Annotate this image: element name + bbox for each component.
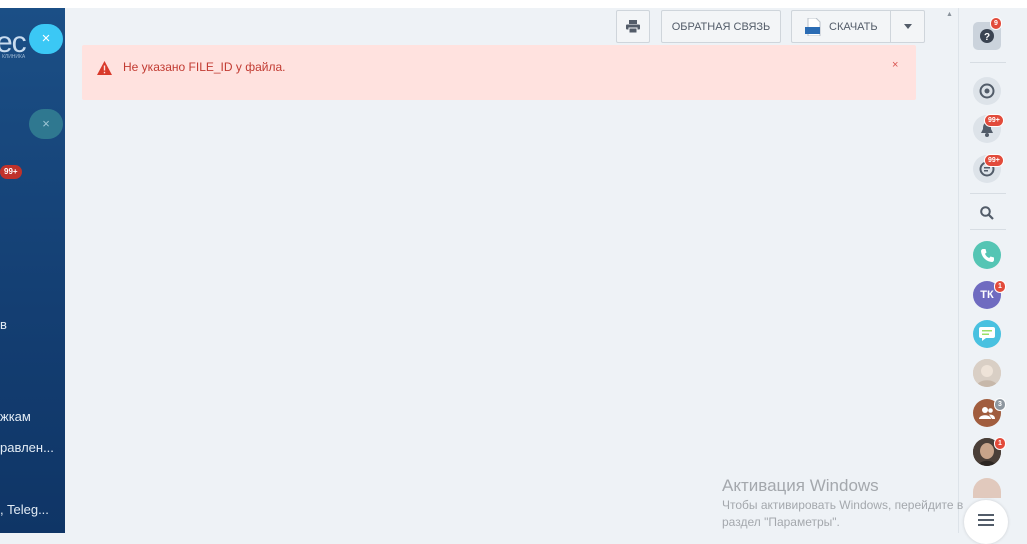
- caret-down-icon: [903, 24, 912, 29]
- search-button[interactable]: [973, 199, 1001, 227]
- notifications-badge: 99+: [984, 114, 1004, 127]
- phone-icon: [980, 248, 994, 262]
- group-badge: 3: [994, 398, 1006, 411]
- person-badge: 1: [994, 437, 1006, 450]
- users-icon: [979, 407, 995, 419]
- printer-icon: [626, 20, 640, 33]
- activity-button[interactable]: [973, 77, 1001, 105]
- logo-subtitle: КЛИНИКА: [2, 54, 26, 60]
- chat-bubble-icon: [979, 327, 995, 341]
- windows-activation-line2: раздел "Параметры".: [722, 515, 840, 529]
- contact-badge: 1: [994, 280, 1006, 293]
- counter-badge: 99+: [0, 165, 22, 179]
- alert-close-button[interactable]: ×: [892, 59, 898, 71]
- question-icon: ?: [980, 29, 994, 43]
- divider: [970, 229, 1006, 230]
- error-alert: Не указано FILE_ID у файла. ×: [82, 45, 916, 100]
- target-icon: [979, 83, 995, 99]
- open-lines-button[interactable]: [973, 320, 1001, 348]
- close-search-button[interactable]: ×: [29, 109, 63, 139]
- windows-activation-title: Активация Windows: [722, 476, 879, 495]
- doc-file-icon: [805, 17, 821, 36]
- warning-icon: [97, 61, 112, 75]
- top-strip: [0, 0, 1027, 8]
- download-label: СКАЧАТЬ: [829, 20, 878, 33]
- scroll-up-icon[interactable]: ▲: [946, 11, 953, 18]
- sidebar-item[interactable]: равлен...: [0, 440, 54, 455]
- hamburger-icon: [978, 514, 994, 526]
- print-button[interactable]: [616, 10, 650, 43]
- alert-message: Не указано FILE_ID у файла.: [123, 60, 286, 74]
- windows-activation-line1: Чтобы активировать Windows, перейдите в: [722, 498, 964, 512]
- left-sidebar: ec КЛИНИКА × × 99+ в жкам равлен... , Te…: [0, 8, 65, 533]
- help-badge: 9: [990, 17, 1002, 30]
- feedback-button[interactable]: ОБРАТНАЯ СВЯЗЬ: [661, 10, 781, 43]
- messages-badge: 99+: [984, 154, 1004, 167]
- telephony-button[interactable]: [973, 241, 1001, 269]
- download-options-dropdown[interactable]: [890, 10, 925, 43]
- search-icon: [980, 206, 994, 220]
- download-button[interactable]: СКАЧАТЬ: [791, 10, 891, 43]
- contact-avatar-photo[interactable]: [973, 359, 1001, 387]
- menu-button[interactable]: [964, 500, 1008, 544]
- sidebar-item[interactable]: в: [0, 317, 7, 332]
- svg-text:?: ?: [984, 32, 990, 43]
- sidebar-item[interactable]: , Teleg...: [0, 502, 49, 517]
- divider: [970, 62, 1006, 63]
- sidebar-item[interactable]: жкам: [0, 409, 31, 424]
- avatar-icon: [973, 359, 1001, 387]
- close-menu-button[interactable]: ×: [29, 24, 63, 54]
- contact-avatar-partial[interactable]: [973, 478, 1001, 498]
- divider: [970, 193, 1006, 194]
